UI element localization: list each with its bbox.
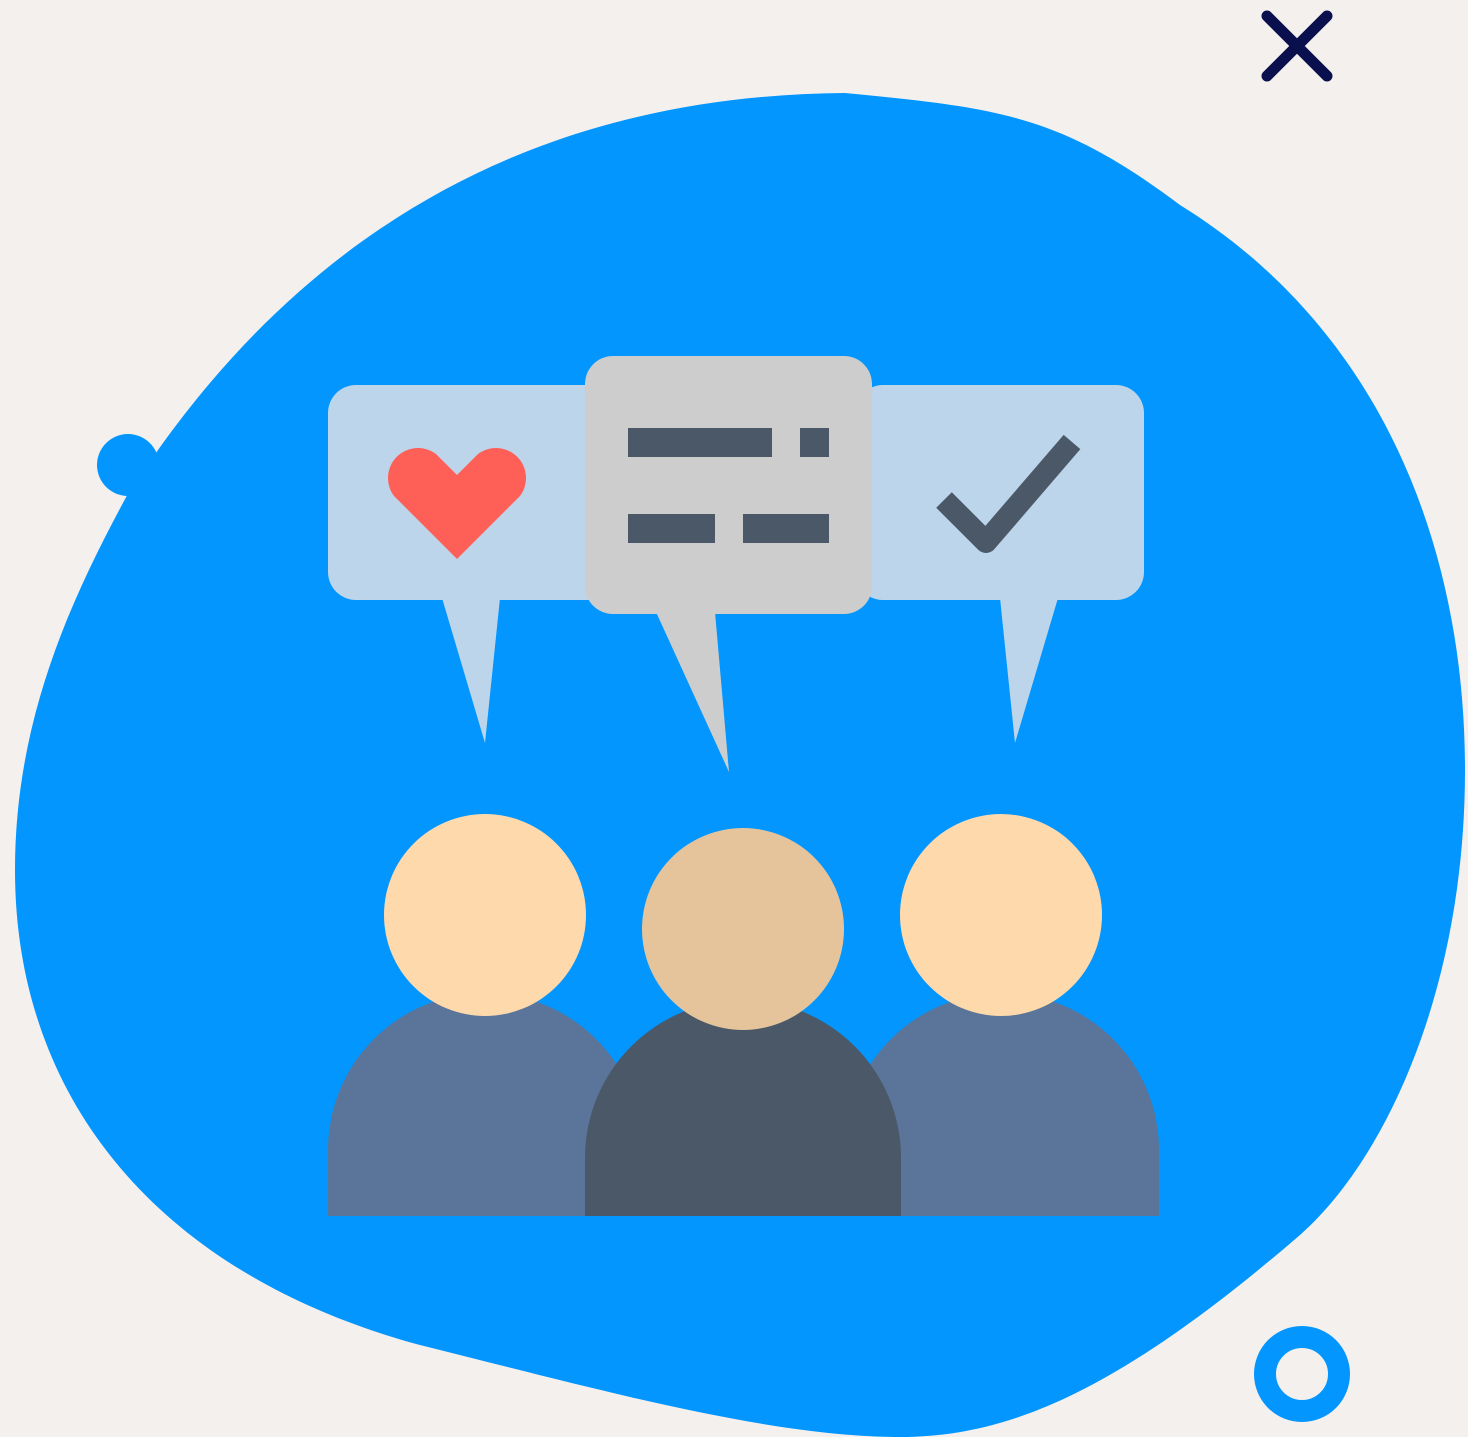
right-person-head <box>900 814 1102 1016</box>
close-icon[interactable] <box>1261 10 1333 82</box>
left-person-head <box>384 814 586 1016</box>
illustration-canvas <box>15 10 1465 1437</box>
background-blob <box>15 93 1465 1437</box>
blob-bump-dot <box>97 434 159 496</box>
center-person-head <box>642 828 844 1030</box>
ring-icon <box>1254 1326 1350 1422</box>
